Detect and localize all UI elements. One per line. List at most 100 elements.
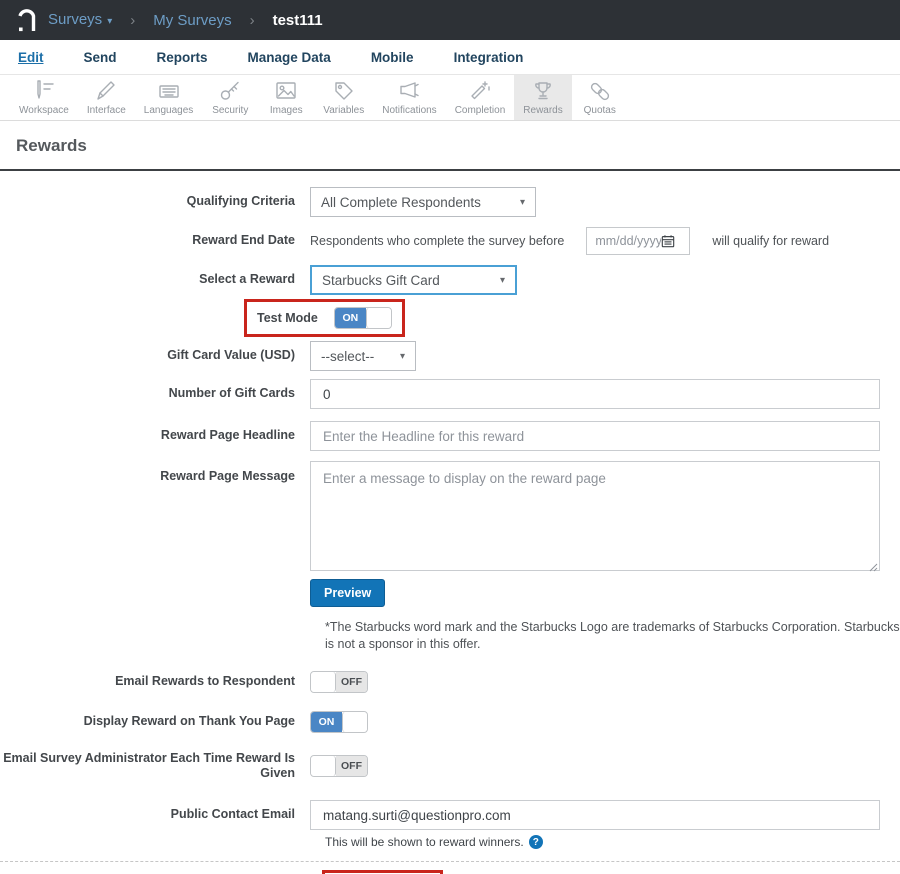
qualifying-criteria-label: Qualifying Criteria bbox=[186, 194, 295, 209]
gift-card-value-select[interactable]: --select-- ▾ bbox=[310, 341, 416, 371]
footer-divider bbox=[0, 861, 900, 862]
toggle-state-label: ON bbox=[334, 308, 366, 328]
tab-reports[interactable]: Reports bbox=[157, 50, 208, 65]
gift-card-value-label: Gift Card Value (USD) bbox=[167, 348, 295, 363]
gift-card-value-value: --select-- bbox=[321, 348, 375, 364]
toolbar-item-label: Interface bbox=[86, 105, 126, 116]
languages-icon bbox=[158, 85, 179, 98]
toolbar-item-notifications[interactable]: Notifications bbox=[373, 75, 445, 120]
preview-row: Preview bbox=[0, 579, 900, 607]
toggle-knob bbox=[311, 756, 336, 777]
qualifying-criteria-row: Qualifying Criteria All Complete Respond… bbox=[0, 187, 900, 217]
calendar-icon[interactable] bbox=[661, 234, 675, 248]
email-rewards-label: Email Rewards to Respondent bbox=[115, 673, 295, 688]
email-rewards-toggle[interactable]: OFF bbox=[310, 670, 368, 693]
main-tab-bar: Edit Send Reports Manage Data Mobile Int… bbox=[0, 40, 900, 75]
toolbar-item-images[interactable]: Images bbox=[258, 75, 314, 120]
images-icon bbox=[276, 82, 296, 99]
reward-end-date-field[interactable] bbox=[586, 227, 691, 255]
quotas-icon bbox=[590, 82, 609, 101]
tab-integration[interactable]: Integration bbox=[454, 50, 524, 65]
notifications-icon bbox=[400, 82, 420, 98]
public-email-row: Public Contact Email bbox=[0, 800, 900, 830]
display-reward-row: Display Reward on Thank You Page ON bbox=[0, 710, 900, 733]
toolbar-item-workspace[interactable]: Workspace bbox=[10, 75, 78, 120]
tab-mobile[interactable]: Mobile bbox=[371, 50, 414, 65]
toolbar-item-completion[interactable]: Completion bbox=[446, 75, 515, 120]
select-reward-label: Select a Reward bbox=[199, 272, 295, 287]
save-annotation-box: Save Changes bbox=[322, 870, 444, 874]
workspace-icon bbox=[37, 80, 54, 99]
toggle-knob bbox=[342, 711, 367, 732]
breadcrumb-my-surveys[interactable]: My Surveys bbox=[153, 12, 231, 29]
caret-down-icon: ▾ bbox=[399, 350, 405, 362]
test-mode-toggle[interactable]: ON bbox=[333, 307, 392, 329]
message-textarea[interactable] bbox=[310, 461, 880, 571]
headline-label: Reward Page Headline bbox=[160, 428, 295, 443]
test-mode-annotation-box: Test Mode ON bbox=[244, 299, 405, 337]
toggle-knob bbox=[365, 308, 391, 328]
save-row: Save Changes bbox=[322, 870, 900, 874]
qualifying-criteria-select[interactable]: All Complete Respondents ▾ bbox=[310, 187, 536, 217]
public-email-help: This will be shown to reward winners. ? bbox=[325, 835, 900, 849]
email-admin-label: Email Survey Administrator Each Time Rew… bbox=[3, 750, 295, 781]
email-admin-row: Email Survey Administrator Each Time Rew… bbox=[0, 751, 900, 782]
select-reward-value: Starbucks Gift Card bbox=[322, 272, 440, 288]
headline-input[interactable] bbox=[310, 421, 880, 451]
variables-icon bbox=[335, 82, 353, 100]
tab-send[interactable]: Send bbox=[84, 50, 117, 65]
toolbar-item-label: Quotas bbox=[583, 105, 616, 116]
email-rewards-row: Email Rewards to Respondent OFF bbox=[0, 670, 900, 693]
help-icon[interactable]: ? bbox=[528, 835, 543, 849]
toolbar-item-label: Languages bbox=[143, 105, 194, 116]
toggle-state-label: OFF bbox=[336, 756, 367, 777]
toolbar-item-interface[interactable]: Interface bbox=[78, 75, 135, 120]
public-email-input[interactable] bbox=[310, 800, 880, 830]
questionpro-logo-icon[interactable] bbox=[14, 7, 38, 33]
num-gift-cards-input[interactable] bbox=[310, 379, 880, 409]
toggle-state-label: OFF bbox=[336, 671, 367, 692]
caret-down-icon: ▾ bbox=[499, 274, 505, 286]
toolbar-item-languages[interactable]: Languages bbox=[135, 75, 203, 120]
tab-manage-data[interactable]: Manage Data bbox=[248, 50, 331, 65]
preview-button[interactable]: Preview bbox=[310, 579, 386, 607]
email-admin-toggle[interactable]: OFF bbox=[310, 755, 368, 778]
reward-end-date-suffix: will qualify for reward bbox=[712, 234, 830, 248]
toolbar-item-variables[interactable]: Variables bbox=[314, 75, 373, 120]
reward-end-date-input[interactable] bbox=[595, 234, 662, 248]
toolbar-item-label: Variables bbox=[323, 105, 365, 116]
message-label: Reward Page Message bbox=[160, 469, 295, 483]
public-email-help-text: This will be shown to reward winners. bbox=[325, 835, 524, 849]
tab-edit[interactable]: Edit bbox=[18, 50, 44, 65]
breadcrumb-separator-icon: › bbox=[130, 11, 136, 29]
toggle-state-label: ON bbox=[311, 711, 342, 732]
breadcrumb-separator-icon: › bbox=[249, 11, 255, 29]
breadcrumb-surveys[interactable]: Surveys ▾ bbox=[48, 11, 112, 29]
num-gift-cards-label: Number of Gift Cards bbox=[168, 386, 295, 401]
display-reward-toggle[interactable]: ON bbox=[310, 710, 368, 733]
toolbar-item-quotas[interactable]: Quotas bbox=[572, 75, 628, 120]
gift-card-value-row: Gift Card Value (USD) --select-- ▾ bbox=[0, 341, 900, 371]
toolbar-item-label: Images bbox=[269, 105, 303, 116]
select-reward-select[interactable]: Starbucks Gift Card ▾ bbox=[310, 265, 517, 295]
test-mode-row: Test Mode ON bbox=[0, 299, 900, 337]
toolbar-item-security[interactable]: Security bbox=[202, 75, 258, 120]
display-reward-label: Display Reward on Thank You Page bbox=[83, 713, 295, 728]
interface-icon bbox=[97, 81, 115, 100]
top-navigation-bar: Surveys ▾ › My Surveys › test111 bbox=[0, 0, 900, 40]
security-icon bbox=[221, 81, 239, 100]
reward-end-date-prefix: Respondents who complete the survey befo… bbox=[310, 234, 565, 248]
num-gift-cards-row: Number of Gift Cards bbox=[0, 379, 900, 409]
select-reward-row: Select a Reward Starbucks Gift Card ▾ bbox=[0, 265, 900, 295]
breadcrumb-surveys-label[interactable]: Surveys bbox=[48, 11, 102, 28]
reward-end-date-row: Reward End Date Respondents who complete… bbox=[0, 227, 900, 255]
toolbar-item-rewards[interactable]: Rewards bbox=[514, 75, 572, 120]
public-email-label: Public Contact Email bbox=[170, 807, 295, 822]
toolbar-item-label: Workspace bbox=[19, 105, 69, 116]
test-mode-label: Test Mode bbox=[257, 311, 318, 325]
qualifying-criteria-value: All Complete Respondents bbox=[321, 194, 481, 210]
message-field bbox=[310, 461, 880, 572]
completion-icon bbox=[471, 81, 490, 100]
rewards-icon bbox=[535, 82, 551, 100]
toolbar-item-label: Completion bbox=[454, 105, 506, 116]
